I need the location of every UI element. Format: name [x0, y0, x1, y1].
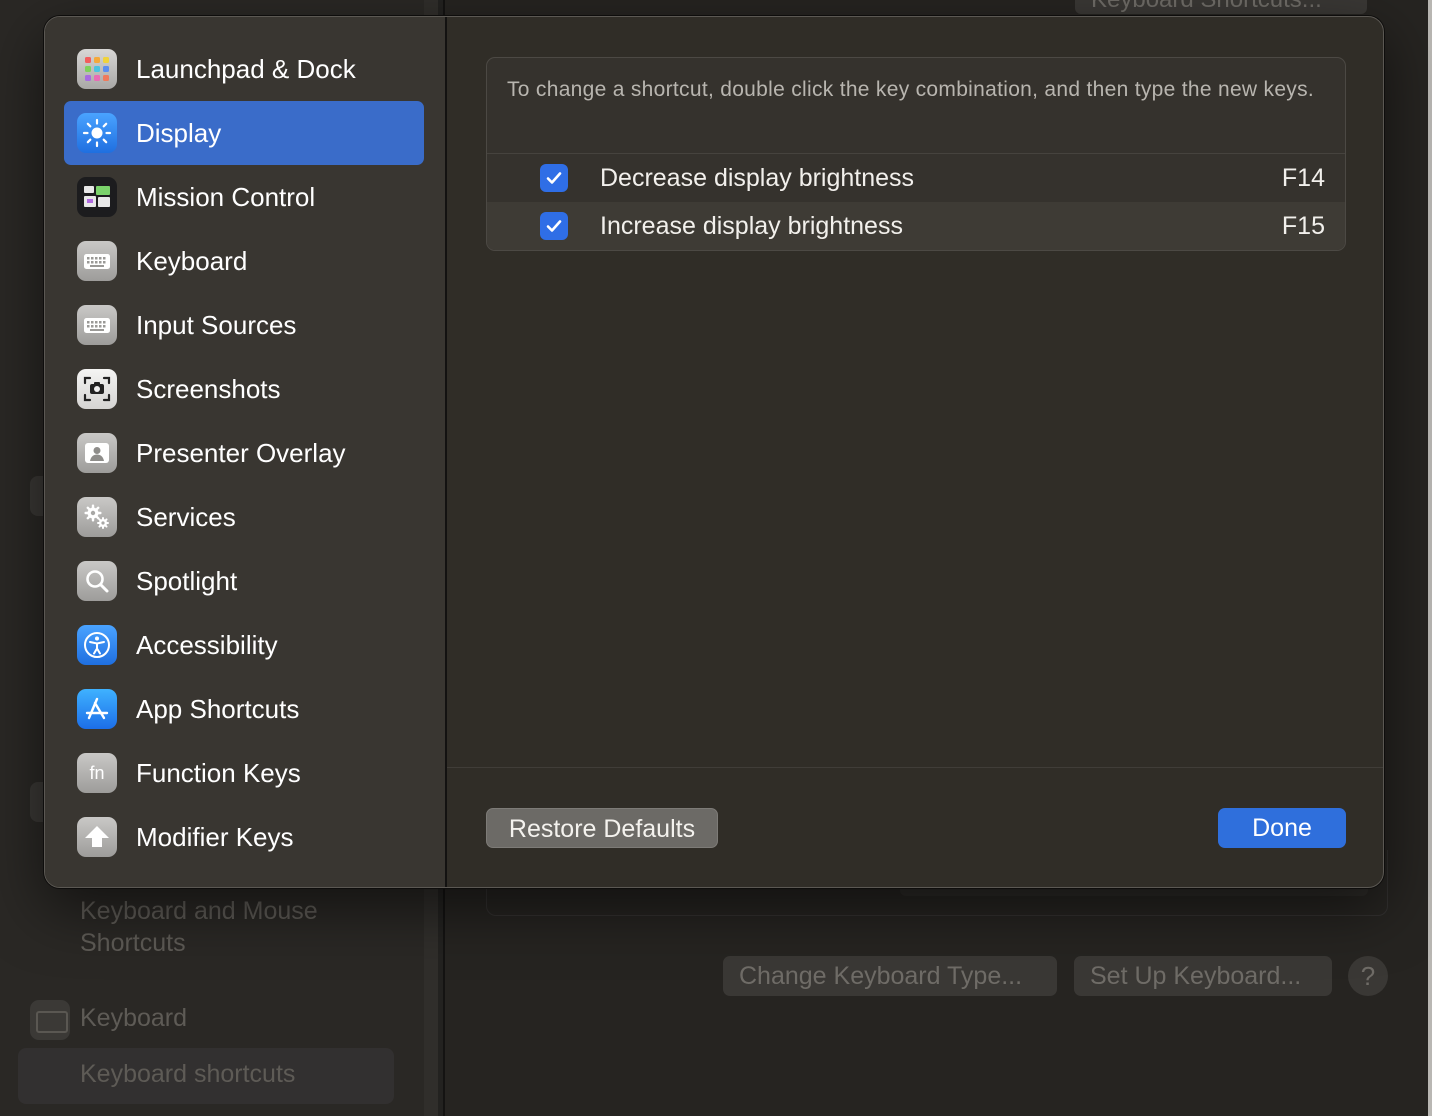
sidebar-item-label: Presenter Overlay: [136, 437, 346, 468]
sidebar-item-label: Mission Control: [136, 181, 316, 212]
shortcut-label: Decrease display brightness: [600, 163, 915, 192]
background-sidebar-keyboard-label[interactable]: Keyboard: [80, 1004, 187, 1033]
shortcut-key-combination[interactable]: F14: [1282, 164, 1325, 193]
restore-defaults-button[interactable]: Restore Defaults: [486, 808, 718, 848]
sheet-divider: [445, 17, 447, 887]
sidebar-item-label: Display: [136, 117, 222, 148]
shortcuts-list-box: To change a shortcut, double click the k…: [486, 57, 1346, 251]
sidebar-item-label: Keyboard: [136, 245, 248, 276]
instructions-text: To change a shortcut, double click the k…: [487, 58, 1345, 154]
sidebar-item-label: App Shortcuts: [136, 693, 300, 724]
sidebar-item-accessibility[interactable]: Accessibility: [45, 613, 445, 677]
spotlight-search-icon: [77, 561, 117, 601]
sidebar-item-label: Input Sources: [136, 309, 297, 340]
app-store-icon: [77, 689, 117, 729]
change-keyboard-type-button[interactable]: Change Keyboard Type...: [723, 956, 1057, 996]
sidebar-item-services[interactable]: Services: [45, 485, 445, 549]
accessibility-icon: [77, 625, 117, 665]
help-button[interactable]: ?: [1348, 956, 1388, 996]
checkmark-icon: [546, 220, 562, 232]
shortcut-checkbox[interactable]: [540, 212, 568, 240]
sidebar-item-label: Launchpad & Dock: [136, 53, 356, 84]
sidebar-item-label: Screenshots: [136, 373, 281, 404]
keyboard-shortcuts-sheet: Launchpad & Dock Display Mission Control…: [44, 16, 1384, 888]
keyboard-shortcuts-button[interactable]: Keyboard Shortcuts...: [1075, 0, 1367, 14]
background-nav-group-label: Keyboard and Mouse Shortcuts: [80, 897, 318, 957]
sidebar-item-label: Function Keys: [136, 757, 301, 788]
services-gear-icon: [77, 497, 117, 537]
sidebar-item-presenter-overlay[interactable]: Presenter Overlay: [45, 421, 445, 485]
sidebar-item-label: Accessibility: [136, 629, 278, 660]
done-button[interactable]: Done: [1218, 808, 1346, 848]
input-sources-icon: [77, 305, 117, 345]
keyboard-icon: [77, 241, 117, 281]
display-brightness-icon: [77, 113, 117, 153]
sidebar-item-label: Spotlight: [136, 565, 238, 596]
keyboard-icon: [30, 1000, 70, 1040]
sidebar-item-display[interactable]: Display: [45, 101, 445, 165]
shortcut-row[interactable]: Increase display brightness F15: [487, 202, 1345, 250]
sidebar-item-mission-control[interactable]: Mission Control: [45, 165, 445, 229]
sidebar-item-function-keys[interactable]: fn Function Keys: [45, 741, 445, 805]
mission-control-icon: [77, 177, 117, 217]
footer-separator: [447, 767, 1383, 768]
shortcut-checkbox[interactable]: [540, 164, 568, 192]
sidebar-item-modifier-keys[interactable]: Modifier Keys: [45, 805, 445, 869]
window-edge: [1428, 0, 1432, 1116]
set-up-keyboard-button[interactable]: Set Up Keyboard...: [1074, 956, 1332, 996]
sidebar-item-label: Services: [136, 501, 236, 532]
svg-text:fn: fn: [89, 763, 104, 783]
sidebar-item-app-shortcuts[interactable]: App Shortcuts: [45, 677, 445, 741]
shortcuts-category-sidebar: Launchpad & Dock Display Mission Control…: [45, 17, 445, 887]
checkmark-icon: [546, 172, 562, 184]
modifier-keys-icon: [77, 817, 117, 857]
sidebar-item-spotlight[interactable]: Spotlight: [45, 549, 445, 613]
shortcuts-category-list: Launchpad & Dock Display Mission Control…: [45, 37, 445, 869]
shortcut-label: Increase display brightness: [600, 211, 903, 240]
shortcut-row[interactable]: Decrease display brightness F14: [487, 154, 1345, 202]
sidebar-item-launchpad-dock[interactable]: Launchpad & Dock: [45, 37, 445, 101]
screenshot-icon: [77, 369, 117, 409]
sidebar-item-screenshots[interactable]: Screenshots: [45, 357, 445, 421]
launchpad-icon: [77, 49, 117, 89]
sidebar-item-input-sources[interactable]: Input Sources: [45, 293, 445, 357]
sidebar-item-keyboard[interactable]: Keyboard: [45, 229, 445, 293]
presenter-overlay-icon: [77, 433, 117, 473]
background-sidebar-selected-label[interactable]: Keyboard shortcuts: [80, 1060, 295, 1089]
shortcut-key-combination[interactable]: F15: [1282, 212, 1325, 241]
sidebar-item-label: Modifier Keys: [136, 821, 294, 852]
fn-key-icon: fn: [77, 753, 117, 793]
